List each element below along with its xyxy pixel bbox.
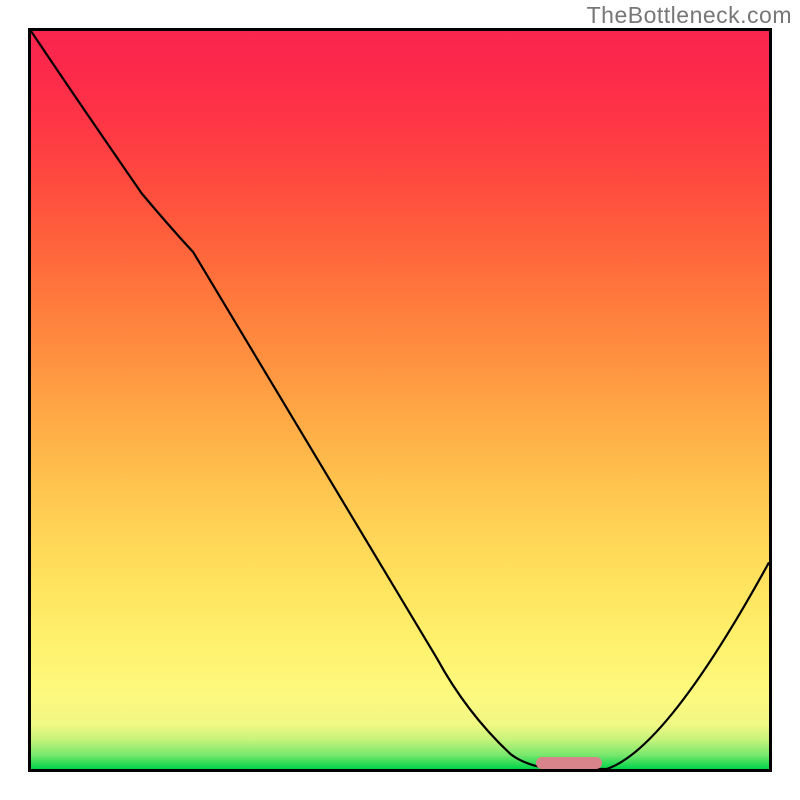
curve-path: [31, 31, 769, 769]
bottleneck-curve: [31, 31, 769, 769]
chart-container: TheBottleneck.com: [0, 0, 800, 800]
optimal-range-marker: [536, 757, 602, 769]
watermark-text: TheBottleneck.com: [587, 2, 792, 29]
plot-frame: [28, 28, 772, 772]
